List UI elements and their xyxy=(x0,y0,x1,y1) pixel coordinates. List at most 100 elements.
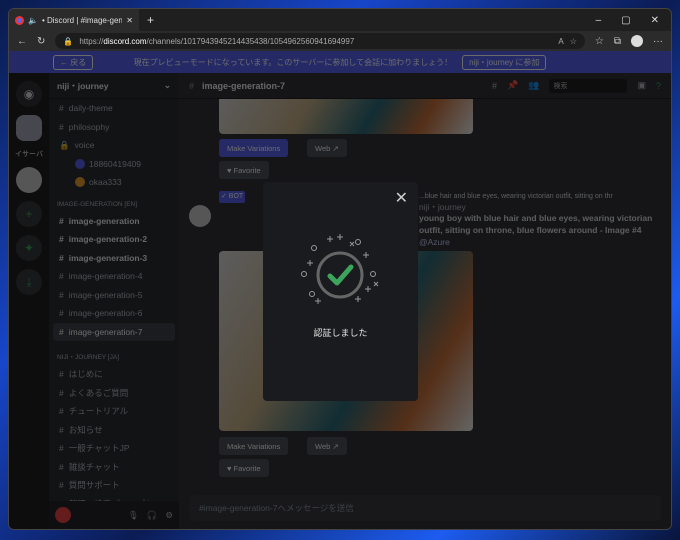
favorite-button[interactable]: ♥ Favorite xyxy=(219,459,269,477)
channel-item[interactable]: # 雑談チャット xyxy=(49,458,179,477)
back-button[interactable]: ← 戻る xyxy=(53,54,94,70)
discord-home-icon[interactable]: ◉ xyxy=(16,81,42,107)
members-icon[interactable]: 👥 xyxy=(528,80,539,91)
make-variations-button[interactable]: Make Variations xyxy=(219,139,289,157)
channel-label: チュートリアル xyxy=(68,406,129,417)
discord-favicon-icon xyxy=(15,15,24,25)
message-input[interactable]: #image-generation-7へメッセージを送信 xyxy=(189,495,661,521)
join-server-button[interactable]: niji・journey に参加 xyxy=(462,54,547,70)
channel-label: image-generation-4 xyxy=(68,271,143,282)
web-button[interactable]: Web ↗ xyxy=(307,139,347,157)
channel-label: image-generation-5 xyxy=(68,289,143,300)
channel-item[interactable]: # お知らせ xyxy=(49,421,179,440)
channel-label: お知らせ xyxy=(68,424,103,435)
speaker-icon[interactable]: 🔈 xyxy=(28,16,38,25)
read-aloud-icon[interactable]: A xyxy=(558,37,563,46)
refresh-icon[interactable]: ↻ xyxy=(37,36,45,47)
channel-label: image-generation-3 xyxy=(68,252,148,263)
mic-muted-icon[interactable]: 🎙 xyxy=(128,510,139,521)
favorite-button[interactable]: ♥ Favorite xyxy=(219,161,269,179)
threads-icon[interactable]: # xyxy=(492,81,497,91)
message-list: Make Variations Web ↗ ♥ Favorite ✓ BOT .… xyxy=(179,99,671,489)
channel-image-generation-6[interactable]: # image-generation-6 xyxy=(49,304,179,323)
generated-image[interactable] xyxy=(219,99,473,134)
mention[interactable]: @Azure xyxy=(419,237,450,247)
verification-modal: ✕ 認証しました xyxy=(263,182,418,401)
channel-daily-theme[interactable]: # daily-theme xyxy=(49,99,179,118)
server-header[interactable]: niji・journey ⌄ xyxy=(49,73,179,99)
success-check-icon xyxy=(301,234,379,304)
voice-user-name: okaa333 xyxy=(89,176,122,187)
maximize-button[interactable]: ▢ xyxy=(621,15,630,26)
channel-item[interactable]: # はじめに xyxy=(49,365,179,384)
channel-image-generation-4[interactable]: # image-generation-4 xyxy=(49,267,179,286)
profile-avatar[interactable] xyxy=(631,35,643,47)
add-server-icon[interactable]: + xyxy=(16,201,42,227)
channel-image-generation-2[interactable]: # image-generation-2 xyxy=(49,230,179,249)
channel-item[interactable]: # チュートリアル xyxy=(49,402,179,421)
channel-title: image-generation-7 xyxy=(202,80,286,91)
server-niji-journey[interactable] xyxy=(16,115,42,141)
collections-icon[interactable]: ⧉ xyxy=(614,36,621,47)
tab-close-icon[interactable]: ✕ xyxy=(126,16,133,25)
url-path: /channels/1017943945214435438/1054962560… xyxy=(146,36,355,46)
category-niji-journey-ja[interactable]: NIJI・JOURNEY [JA] xyxy=(49,341,179,365)
user-panel: 🎙 🎧 ⚙ xyxy=(49,501,179,529)
channel-philosophy[interactable]: # philosophy xyxy=(49,118,179,137)
more-menu-button[interactable]: ··· xyxy=(653,36,663,47)
server-midjourney[interactable] xyxy=(16,167,42,193)
gear-icon[interactable]: ⚙ xyxy=(165,510,173,521)
channel-label: image-generation-2 xyxy=(68,234,148,245)
help-icon[interactable]: ? xyxy=(656,81,661,91)
tab-title: • Discord | #image-generat xyxy=(41,15,123,25)
search-input[interactable]: 検索 xyxy=(549,78,628,93)
channel-item[interactable]: # よくあるご質問 xyxy=(49,384,179,403)
browser-tab[interactable]: 🔈 • Discord | #image-generat ✕ xyxy=(9,9,139,31)
lock-icon: 🔒 xyxy=(63,36,74,46)
web-button[interactable]: Web ↗ xyxy=(307,437,347,455)
avatar[interactable] xyxy=(189,205,211,227)
voice-user[interactable]: 18860419409 xyxy=(49,155,179,173)
explore-icon[interactable]: ✦ xyxy=(16,235,42,261)
chevron-down-icon: ⌄ xyxy=(163,80,171,90)
channel-image-generation-5[interactable]: # image-generation-5 xyxy=(49,286,179,305)
favorites-icon[interactable]: ☆ xyxy=(595,36,604,47)
channel-label: 質問サポート xyxy=(68,480,120,491)
voice-user[interactable]: okaa333 xyxy=(49,173,179,191)
minimize-button[interactable]: – xyxy=(596,15,602,26)
channel-label: philosophy xyxy=(68,121,110,132)
inbox-icon[interactable]: ▣ xyxy=(637,80,646,91)
channel-label: 一般チャットJP xyxy=(68,443,130,454)
download-icon[interactable]: ⤓ xyxy=(16,269,42,295)
channel-label: よくあるご質問 xyxy=(68,387,129,398)
verified-message: 認証しました xyxy=(313,328,368,338)
channel-label: image-generation-6 xyxy=(68,308,143,319)
bot-badge: ✓ BOT xyxy=(219,191,246,203)
channel-image-generation-7[interactable]: # image-generation-7 xyxy=(53,322,175,341)
back-arrow-icon[interactable]: ← xyxy=(17,36,27,47)
channel-voice[interactable]: 🔒 voice xyxy=(49,136,179,155)
headphones-icon[interactable]: 🎧 xyxy=(147,510,158,521)
channel-image-generation[interactable]: # image-generation xyxy=(49,212,179,231)
channel-image-generation-3[interactable]: # image-generation-3 xyxy=(49,249,179,268)
channel-label: image-generation-7 xyxy=(68,326,143,337)
server-name: niji・journey xyxy=(57,80,109,91)
pin-icon[interactable]: 📌 xyxy=(507,80,518,91)
favorite-star-icon[interactable]: ☆ xyxy=(570,37,577,46)
avatar xyxy=(75,176,85,187)
preview-banner: ← 戻る 現在プレビューモードになっています。このサーバーに参加して会話に加わり… xyxy=(9,51,671,73)
server-rail: ◉ イサーバ + ✦ ⤓ xyxy=(9,73,49,529)
url-field[interactable]: 🔒 https://discord.com/channels/101794394… xyxy=(55,33,585,49)
channel-item[interactable]: # 質問サポート xyxy=(49,476,179,495)
message-text: young boy with blue hair and blue eyes, … xyxy=(419,213,653,235)
url-prefix: https:// xyxy=(79,36,104,46)
new-tab-button[interactable]: + xyxy=(139,13,162,27)
channel-label: image-generation xyxy=(68,215,140,226)
channel-item[interactable]: # 一般チャットJP xyxy=(49,439,179,458)
close-window-button[interactable]: ✕ xyxy=(651,15,659,26)
category-image-generation[interactable]: IMAGE-GENERATION [EN] xyxy=(49,191,179,212)
voice-user-name: 18860419409 xyxy=(89,158,142,169)
make-variations-button[interactable]: Make Variations xyxy=(219,437,289,455)
avatar[interactable] xyxy=(55,507,71,523)
close-icon[interactable]: ✕ xyxy=(395,188,408,208)
